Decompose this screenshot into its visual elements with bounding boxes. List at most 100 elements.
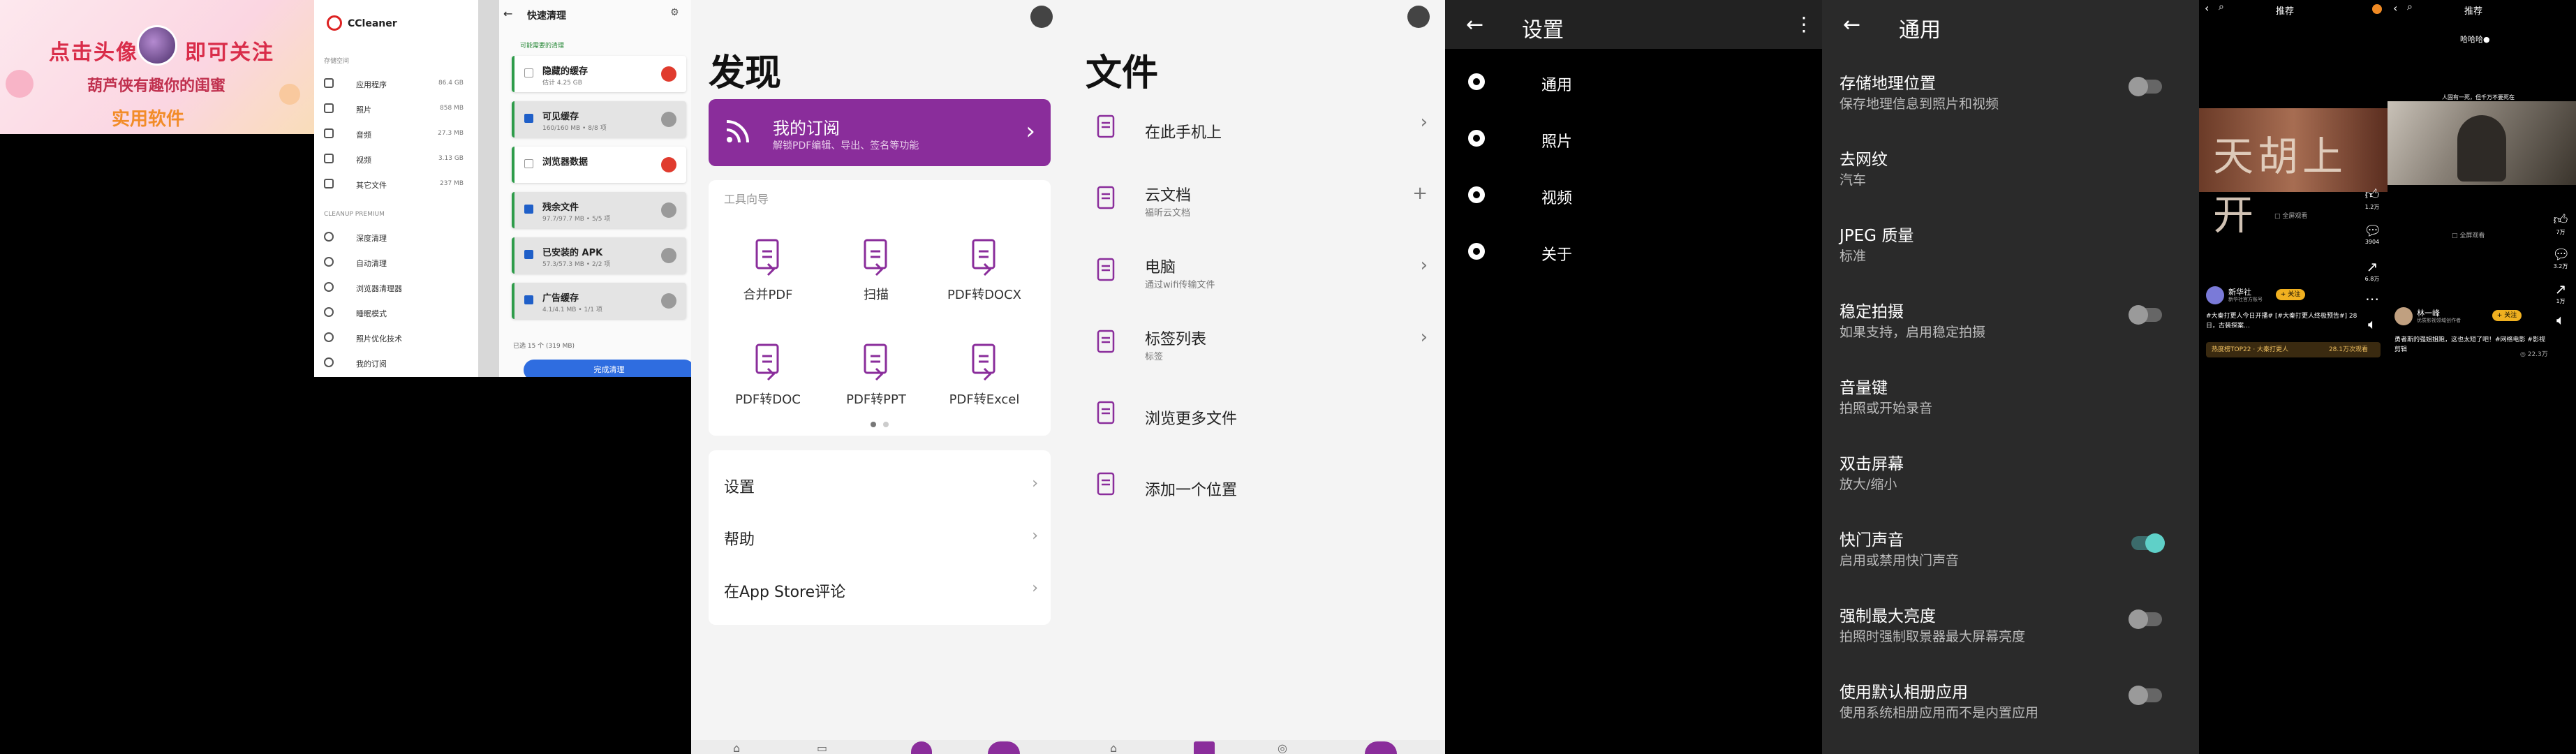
like-button[interactable]: 👍︎ 1.2万 (2364, 186, 2381, 211)
sidebar-item[interactable]: 音频 27.3 MB (324, 127, 471, 141)
chevron-right-icon[interactable]: › (1421, 327, 1428, 348)
share-button[interactable]: ↗ 6.8万 (2364, 258, 2381, 283)
chevron-down-icon[interactable] (661, 202, 676, 218)
menu-row[interactable]: 设置 › (724, 475, 1038, 497)
hot-list-chip[interactable]: 热度榜TOP22 · 大秦打更人 28.1万次观看 (2206, 342, 2381, 357)
share-button[interactable]: ↗ 1万 (2552, 281, 2569, 305)
add-icon[interactable]: + (1412, 183, 1428, 204)
menu-row[interactable]: 帮助 › (724, 527, 1038, 549)
follow-button[interactable]: + 关注 (2276, 289, 2305, 300)
premium-item[interactable]: 深度清理 (324, 230, 471, 244)
premium-item[interactable]: 照片优化技术 (324, 331, 471, 345)
general-option[interactable]: 双击屏幕 放大/缩小 (1840, 450, 2182, 506)
alert-icon[interactable] (661, 157, 676, 172)
comment-button[interactable]: 💬︎ 3.2万 (2552, 246, 2570, 270)
sidebar-item[interactable]: 其它文件 237 MB (324, 177, 471, 191)
premium-item[interactable]: 自动清理 (324, 256, 471, 269)
sidebar-item[interactable]: 照片 858 MB (324, 102, 471, 116)
tab-bar[interactable]: ⌂ ◎ (1068, 740, 1445, 754)
checkbox[interactable] (524, 159, 533, 168)
clean-item-card[interactable]: 广告缓存 4.1/4.1 MB • 1/1 项 (512, 283, 686, 319)
subscription-card[interactable]: 我的订阅 解锁PDF编辑、导出、签名等功能 › (709, 99, 1051, 166)
file-location-row[interactable]: 浏览更多文件 (1093, 391, 1428, 447)
general-option[interactable]: 稳定拍摄 如果支持，启用稳定拍摄 (1840, 298, 2182, 354)
back-arrow-icon[interactable]: ‹ (2205, 1, 2209, 15)
checkbox[interactable] (524, 250, 533, 259)
account-icon[interactable] (1030, 6, 1053, 28)
general-option[interactable]: JPEG 质量 标准 (1840, 222, 2182, 278)
more-button[interactable]: ⋯ (2364, 290, 2381, 307)
settings-gear-icon[interactable]: ⚙ (670, 7, 679, 18)
files-tab-icon[interactable] (1194, 741, 1215, 754)
general-option[interactable]: 去网纹 汽车 (1840, 146, 2182, 202)
back-arrow-icon[interactable]: ← (503, 7, 512, 20)
fullscreen-hint[interactable]: □ 全屏观看 (2452, 230, 2485, 239)
clean-item-card[interactable]: 浏览器数据 (512, 147, 686, 183)
premium-item[interactable]: 浏览器清理器 (324, 281, 471, 295)
toggle-switch[interactable] (2129, 609, 2162, 629)
general-option[interactable]: 存储地理位置 保存地理信息到照片和视频 (1840, 70, 2182, 126)
finish-clean-button[interactable]: 完成清理 (524, 360, 691, 377)
toggle-switch[interactable] (2129, 77, 2162, 96)
add-fab-button[interactable] (988, 741, 1020, 754)
file-location-row[interactable]: 添加一个位置 (1093, 462, 1428, 518)
checkbox[interactable] (524, 205, 533, 214)
volume-button[interactable]: 🔈︎ (2552, 311, 2569, 328)
tool-pdf-to-docx[interactable]: PDF转DOCX (932, 236, 1037, 327)
like-button[interactable]: 👍︎ 7万 (2552, 211, 2569, 236)
search-icon[interactable]: ⌕ (2407, 1, 2413, 13)
general-option[interactable]: 快门声音 启用或禁用快门声音 (1840, 526, 2182, 582)
toggle-switch[interactable] (2129, 305, 2162, 325)
sidebar-item[interactable]: 应用程序 86.4 GB (324, 77, 471, 91)
search-icon[interactable]: ⌕ (2219, 1, 2224, 13)
fullscreen-hint[interactable]: □ 全屏观看 (2274, 211, 2307, 220)
back-arrow-icon[interactable]: ‹ (2393, 1, 2397, 15)
settings-item-video-camera[interactable]: 视频 (1466, 182, 1801, 209)
menu-row[interactable]: 在App Store评论 › (724, 579, 1038, 602)
tool-merge-pdf[interactable]: 合并PDF (716, 236, 820, 327)
premium-item[interactable]: 我的订阅 (324, 356, 471, 370)
tool-pdf-to-doc[interactable]: PDF转DOC (716, 341, 820, 431)
chevron-right-icon[interactable]: › (1421, 112, 1428, 133)
checkbox[interactable] (524, 114, 533, 123)
follow-button[interactable]: + 关注 (2492, 310, 2522, 321)
video-frame[interactable]: 天胡上开 (2199, 108, 2388, 239)
page-dot-active[interactable] (871, 422, 876, 427)
file-location-row[interactable]: 云文档 福昕云文档 + (1093, 176, 1428, 232)
clean-item-card[interactable]: 残余文件 97.7/97.7 MB • 5/5 项 (512, 192, 686, 228)
notification-icon[interactable] (2372, 4, 2382, 14)
home-tab-icon[interactable]: ⌂ (733, 741, 740, 754)
settings-item-camera[interactable]: 照片 (1466, 125, 1801, 153)
sidebar-item[interactable]: 视频 3.13 GB (324, 152, 471, 166)
clean-item-card[interactable]: 已安装的 APK 57.3/57.3 MB • 2/2 项 (512, 237, 686, 274)
settings-item-info[interactable]: 关于 (1466, 238, 1801, 266)
alert-icon[interactable] (661, 66, 676, 82)
toggle-switch[interactable] (2131, 533, 2165, 553)
back-arrow-icon[interactable]: ← (1466, 13, 1483, 37)
video-frame[interactable] (2388, 101, 2576, 185)
file-location-row[interactable]: 标签列表 标签 › (1093, 320, 1428, 376)
checkbox[interactable] (524, 68, 533, 77)
general-option[interactable]: 强制最大亮度 拍照时强制取景器最大屏幕亮度 (1840, 603, 2182, 658)
tab-bar[interactable]: ⌂ ▭ (691, 740, 1068, 754)
comment-button[interactable]: 💬︎ 3904 (2364, 222, 2381, 245)
general-option[interactable]: 音量键 拍照或开始录音 (1840, 374, 2182, 430)
volume-button[interactable]: 🔈︎ (2364, 316, 2381, 332)
author-avatar[interactable] (2394, 307, 2413, 325)
tool-pdf-to-excel[interactable]: PDF转Excel (932, 341, 1037, 431)
home-tab-icon[interactable]: ⌂ (1110, 741, 1117, 754)
chevron-right-icon[interactable]: › (1421, 255, 1428, 276)
promo-banner[interactable]: 点击头像 即可关注 葫芦侠有趣你的闺蜜 实用软件 (0, 0, 314, 134)
toggle-switch[interactable] (2129, 686, 2162, 705)
folder-tab-icon[interactable]: ▭ (817, 741, 827, 754)
chevron-down-icon[interactable] (661, 293, 676, 309)
account-icon[interactable] (1407, 6, 1430, 28)
clean-item-card[interactable]: 隐藏的缓存 估计 4.25 GB (512, 56, 686, 92)
page-dot[interactable] (883, 422, 889, 427)
checkbox[interactable] (524, 295, 533, 304)
discover-tab-icon[interactable] (911, 741, 932, 754)
author-avatar[interactable] (2206, 286, 2224, 304)
more-vert-icon[interactable]: ⋮ (1794, 13, 1814, 36)
add-fab-button[interactable] (1365, 741, 1397, 754)
tool-pdf-to-ppt[interactable]: PDF转PPT (824, 341, 928, 431)
